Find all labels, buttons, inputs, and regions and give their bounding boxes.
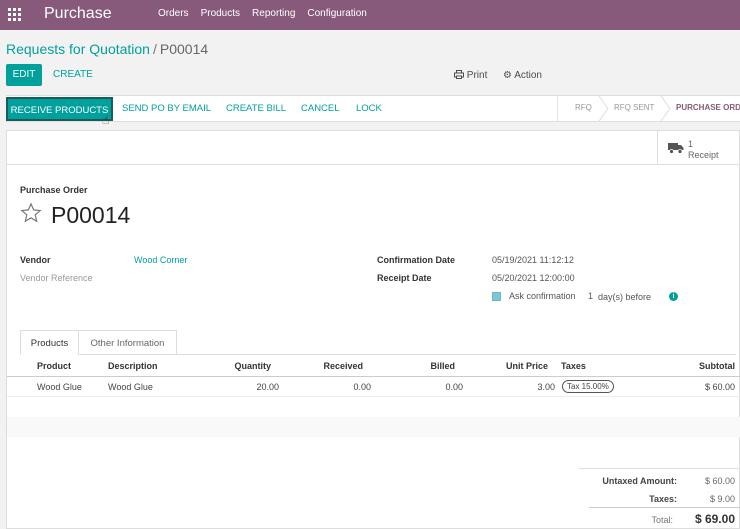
total-divider (589, 507, 740, 508)
lock-button[interactable]: LOCK (356, 103, 382, 114)
empty-row-stripe (7, 417, 740, 437)
hand-cursor-icon: ☝ (102, 113, 110, 127)
document-type-label: Purchase Order (20, 185, 88, 195)
star-icon[interactable] (20, 202, 42, 224)
stage-chevron (660, 96, 671, 121)
po-name: P00014 (51, 202, 131, 228)
menu-orders[interactable]: Orders (158, 8, 189, 19)
receipt-smart-button[interactable]: 1 Receipt (657, 131, 740, 165)
main-menu: Orders Products Reporting Configuration (158, 8, 379, 19)
receipt-date-value: 05/20/2021 12:00:00 (492, 273, 575, 283)
print-button[interactable]: Print (454, 70, 487, 81)
column-taxes[interactable]: Taxes (561, 361, 586, 371)
breadcrumb: Requests for Quotation / P00014 (6, 41, 208, 57)
cell-billed: 0.00 (445, 382, 463, 392)
app-name[interactable]: Purchase (44, 5, 112, 23)
receipt-count-value: 1 (688, 139, 694, 149)
taxes-value: $ 9.00 (709, 494, 735, 504)
cell-received: 0.00 (353, 382, 371, 392)
column-description[interactable]: Description (108, 361, 158, 371)
gear-icon: ⚙ (503, 70, 512, 81)
confirmation-date-value: 05/19/2021 11:12:12 (492, 255, 574, 265)
tab-other-information[interactable]: Other Information (79, 330, 177, 355)
cell-description: Wood Glue (108, 382, 153, 392)
receive-products-button[interactable]: RECEIVE PRODUCTS (6, 97, 113, 121)
breadcrumb-current: P00014 (159, 41, 209, 57)
send-po-email-button[interactable]: SEND PO BY EMAIL (122, 103, 211, 114)
create-bill-button[interactable]: CREATE BILL (226, 103, 286, 114)
cell-quantity: 20.00 (256, 382, 279, 392)
table-row[interactable]: Wood Glue Wood Glue 20.00 0.00 0.00 3.00… (7, 377, 740, 397)
print-icon (454, 70, 464, 79)
truck-icon (668, 143, 684, 154)
notebook-tabs: Products Other Information (20, 330, 736, 355)
column-product[interactable]: Product (37, 361, 71, 371)
ask-confirmation-suffix: day(s) before (598, 292, 652, 302)
ask-confirmation-label: Ask confirmation (509, 291, 576, 301)
action-button[interactable]: ⚙ Action (503, 70, 542, 81)
ask-confirmation-checkbox[interactable] (492, 292, 501, 301)
stage-rfq-sent[interactable]: RFQ SENT (614, 103, 654, 112)
tax-badge: Tax 15.00% (562, 380, 614, 393)
vendor-label: Vendor (20, 255, 51, 265)
edit-button[interactable]: EDIT (6, 64, 42, 86)
info-icon[interactable]: i (669, 292, 678, 301)
smart-button-box: 1 Receipt (7, 131, 740, 165)
form-sheet: 1 Receipt Purchase Order P00014 Vendor W… (6, 130, 740, 529)
total-label: Total: (651, 515, 673, 525)
untaxed-amount-label: Untaxed Amount: (602, 476, 677, 486)
apps-menu-icon[interactable] (8, 8, 21, 21)
print-label: Print (466, 70, 488, 81)
tab-products[interactable]: Products (20, 330, 79, 355)
statusbar: RECEIVE PRODUCTS ☝ SEND PO BY EMAIL CREA… (6, 95, 740, 127)
stage-purchase-order[interactable]: PURCHASE ORDER (676, 103, 740, 112)
column-subtotal[interactable]: Subtotal (667, 361, 735, 371)
vendor-value[interactable]: Wood Corner (134, 255, 187, 265)
breadcrumb-rfq-link[interactable]: Requests for Quotation (6, 41, 150, 57)
cell-product: Wood Glue (37, 382, 82, 392)
menu-configuration[interactable]: Configuration (307, 8, 366, 19)
column-billed[interactable]: Billed (397, 361, 455, 371)
stage-rfq[interactable]: RFQ (575, 103, 592, 112)
receipt-count-label: Receipt (688, 150, 719, 160)
total-value: $ 69.00 (694, 512, 735, 526)
column-unit-price[interactable]: Unit Price (487, 361, 548, 371)
confirmation-date-label: Confirmation Date (377, 255, 456, 265)
vendor-reference-label: Vendor Reference (20, 273, 93, 283)
action-label: Action (514, 70, 542, 81)
cell-unit-price: 3.00 (537, 382, 555, 392)
receipt-date-label: Receipt Date (377, 273, 432, 283)
stage-chevron (598, 96, 609, 121)
breadcrumb-separator: / (152, 41, 157, 57)
untaxed-amount-value: $ 60.00 (704, 476, 735, 486)
top-navbar: Purchase Orders Products Reporting Confi… (0, 0, 740, 30)
ask-confirmation-days[interactable]: 1 (588, 291, 593, 301)
menu-products[interactable]: Products (201, 8, 240, 19)
create-button[interactable]: CREATE (53, 69, 93, 80)
column-quantity[interactable]: Quantity (207, 361, 271, 371)
cell-subtotal: $ 60.00 (704, 382, 735, 392)
lines-table-header: Product Description Quantity Received Bi… (7, 355, 740, 377)
menu-reporting[interactable]: Reporting (252, 8, 295, 19)
taxes-label: Taxes: (649, 494, 677, 504)
totals-box (579, 468, 740, 469)
column-received[interactable]: Received (302, 361, 363, 371)
cancel-button[interactable]: CANCEL (301, 103, 340, 114)
stage-divider (557, 96, 558, 121)
receipt-count: 1 Receipt (688, 139, 719, 161)
